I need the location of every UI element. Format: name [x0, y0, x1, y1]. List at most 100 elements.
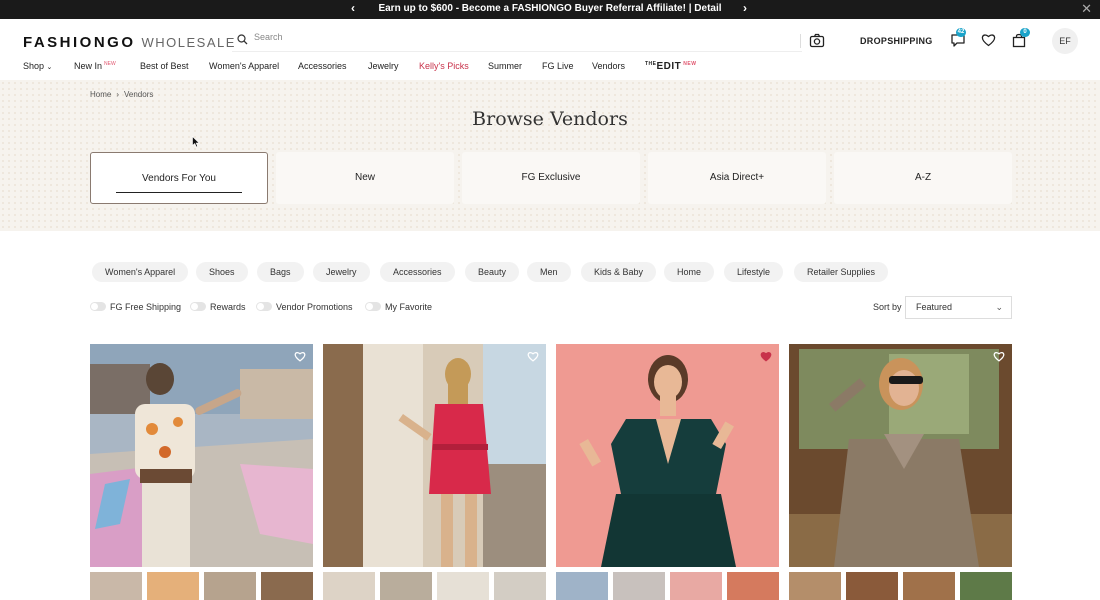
- nav-vendors[interactable]: Vendors: [592, 61, 625, 71]
- category-retailer-supplies[interactable]: Retailer Supplies: [794, 262, 889, 282]
- nav-new-in[interactable]: New In NEW: [74, 61, 116, 71]
- promo-bar: ‹ Earn up to $600 - Become a FASHIONGO B…: [0, 0, 1100, 19]
- toggle-fg-free-shipping[interactable]: FG Free Shipping: [90, 302, 181, 312]
- tab-asia-direct[interactable]: Asia Direct+: [648, 152, 826, 204]
- new-badge: NEW: [683, 61, 697, 67]
- logo[interactable]: FASHIONGO WHOLESALE: [23, 34, 236, 51]
- toggle-switch[interactable]: [190, 302, 206, 311]
- product-thumbnail[interactable]: [727, 572, 779, 600]
- logo-main: FASHIONGO: [23, 34, 136, 51]
- vendor-card[interactable]: [789, 344, 1012, 567]
- chevron-down-icon: ⌄: [995, 302, 1003, 312]
- favorite-heart-icon[interactable]: [527, 351, 539, 362]
- category-shoes[interactable]: Shoes: [196, 262, 248, 282]
- main-nav: Shop ⌄ New In NEW Best of Best Women's Ap…: [0, 61, 1100, 79]
- product-thumbnail[interactable]: [323, 572, 375, 600]
- category-accessories[interactable]: Accessories: [380, 262, 455, 282]
- avatar[interactable]: EF: [1052, 28, 1078, 54]
- product-thumbnail[interactable]: [90, 572, 142, 600]
- tab-fg-exclusive[interactable]: FG Exclusive: [462, 152, 640, 204]
- search-icon: [237, 34, 248, 45]
- vendor-image: [556, 344, 779, 567]
- divider: [800, 34, 801, 48]
- product-thumbnail[interactable]: [846, 572, 898, 600]
- search-bar: [232, 30, 802, 52]
- product-thumbnail[interactable]: [960, 572, 1012, 600]
- category-lifestyle[interactable]: Lifestyle: [724, 262, 784, 282]
- toggle-label: Rewards: [210, 302, 246, 312]
- camera-search-icon[interactable]: [809, 33, 825, 48]
- nav-jewelry[interactable]: Jewelry: [368, 61, 399, 71]
- category-men[interactable]: Men: [527, 262, 571, 282]
- vendor-card[interactable]: [90, 344, 313, 567]
- nav-summer[interactable]: Summer: [488, 61, 522, 71]
- sort-label: Sort by: [873, 302, 902, 312]
- hero-section: Home › Vendors Browse Vendors Vendors For …: [0, 80, 1100, 231]
- toggle-switch[interactable]: [365, 302, 381, 311]
- product-thumbnail[interactable]: [903, 572, 955, 600]
- the-edit-label: EDIT: [656, 61, 682, 72]
- vendor-image: [789, 344, 1012, 567]
- tab-label: Vendors For You: [142, 173, 216, 184]
- promo-next-icon[interactable]: ›: [743, 1, 747, 15]
- tab-underline: [116, 192, 242, 193]
- nav-shop[interactable]: Shop ⌄: [23, 61, 52, 71]
- vendor-image: [90, 344, 313, 567]
- product-thumbnail[interactable]: [670, 572, 722, 600]
- close-icon[interactable]: ✕: [1081, 1, 1092, 17]
- toggle-label: Vendor Promotions: [276, 302, 353, 312]
- messages-button[interactable]: 42: [950, 28, 966, 53]
- favorite-heart-icon[interactable]: [993, 351, 1005, 362]
- product-thumbnail[interactable]: [147, 572, 199, 600]
- nav-best-of-best[interactable]: Best of Best: [140, 61, 189, 71]
- nav-womens-apparel[interactable]: Women's Apparel: [209, 61, 279, 71]
- messages-badge: 42: [956, 28, 966, 37]
- product-thumbnail[interactable]: [494, 572, 546, 600]
- promo-message[interactable]: Earn up to $600 - Become a FASHIONGO Buy…: [0, 3, 1100, 14]
- nav-shop-label: Shop: [23, 61, 45, 71]
- product-thumbnail[interactable]: [556, 572, 608, 600]
- product-thumbnail[interactable]: [261, 572, 313, 600]
- nav-fg-live[interactable]: FG Live: [542, 61, 574, 71]
- category-beauty[interactable]: Beauty: [465, 262, 520, 282]
- tab-label: New: [354, 172, 375, 183]
- cart-button[interactable]: 0: [1012, 28, 1030, 53]
- search-input[interactable]: [254, 32, 794, 42]
- toggle-switch[interactable]: [256, 302, 272, 311]
- nav-accessories[interactable]: Accessories: [298, 61, 347, 71]
- toggle-label: FG Free Shipping: [110, 302, 182, 312]
- the-edit-prefix: THE: [645, 61, 657, 67]
- favorite-heart-icon[interactable]: [760, 351, 772, 362]
- wishlist-button[interactable]: [981, 33, 996, 52]
- product-thumbnail[interactable]: [613, 572, 665, 600]
- product-thumbnail[interactable]: [437, 572, 489, 600]
- product-thumbnail[interactable]: [789, 572, 841, 600]
- category-jewelry[interactable]: Jewelry: [313, 262, 370, 282]
- tab-vendors-for-you[interactable]: Vendors For You: [90, 152, 268, 204]
- vendor-card[interactable]: [556, 344, 779, 567]
- toggle-rewards[interactable]: Rewards: [190, 302, 246, 312]
- dropshipping-link[interactable]: DROPSHIPPING: [860, 36, 933, 46]
- category-bags[interactable]: Bags: [257, 262, 304, 282]
- toggle-switch[interactable]: [90, 302, 106, 311]
- nav-new-in-label: New In: [74, 61, 103, 71]
- breadcrumb-home[interactable]: Home: [90, 90, 111, 99]
- favorite-heart-icon[interactable]: [294, 351, 306, 362]
- product-thumbnail[interactable]: [204, 572, 256, 600]
- chevron-right-icon: ›: [116, 90, 120, 99]
- category-kids-baby[interactable]: Kids & Baby: [581, 262, 657, 282]
- category-womens-apparel[interactable]: Women's Apparel: [92, 262, 189, 282]
- chevron-down-icon: ⌄: [46, 64, 53, 71]
- mouse-cursor-icon: [192, 136, 200, 148]
- toggle-my-favorite[interactable]: My Favorite: [365, 302, 432, 312]
- nav-kellys-picks[interactable]: Kelly's Picks: [419, 61, 469, 71]
- toggle-vendor-promotions[interactable]: Vendor Promotions: [256, 302, 353, 312]
- toggle-label: My Favorite: [385, 302, 433, 312]
- tab-a-z[interactable]: A-Z: [834, 152, 1012, 204]
- sort-select[interactable]: Featured ⌄: [905, 296, 1012, 319]
- vendor-card[interactable]: [323, 344, 546, 567]
- nav-the-edit[interactable]: THEEDIT NEW: [645, 61, 696, 72]
- category-home[interactable]: Home: [664, 262, 715, 282]
- product-thumbnail[interactable]: [380, 572, 432, 600]
- tab-new[interactable]: New: [276, 152, 454, 204]
